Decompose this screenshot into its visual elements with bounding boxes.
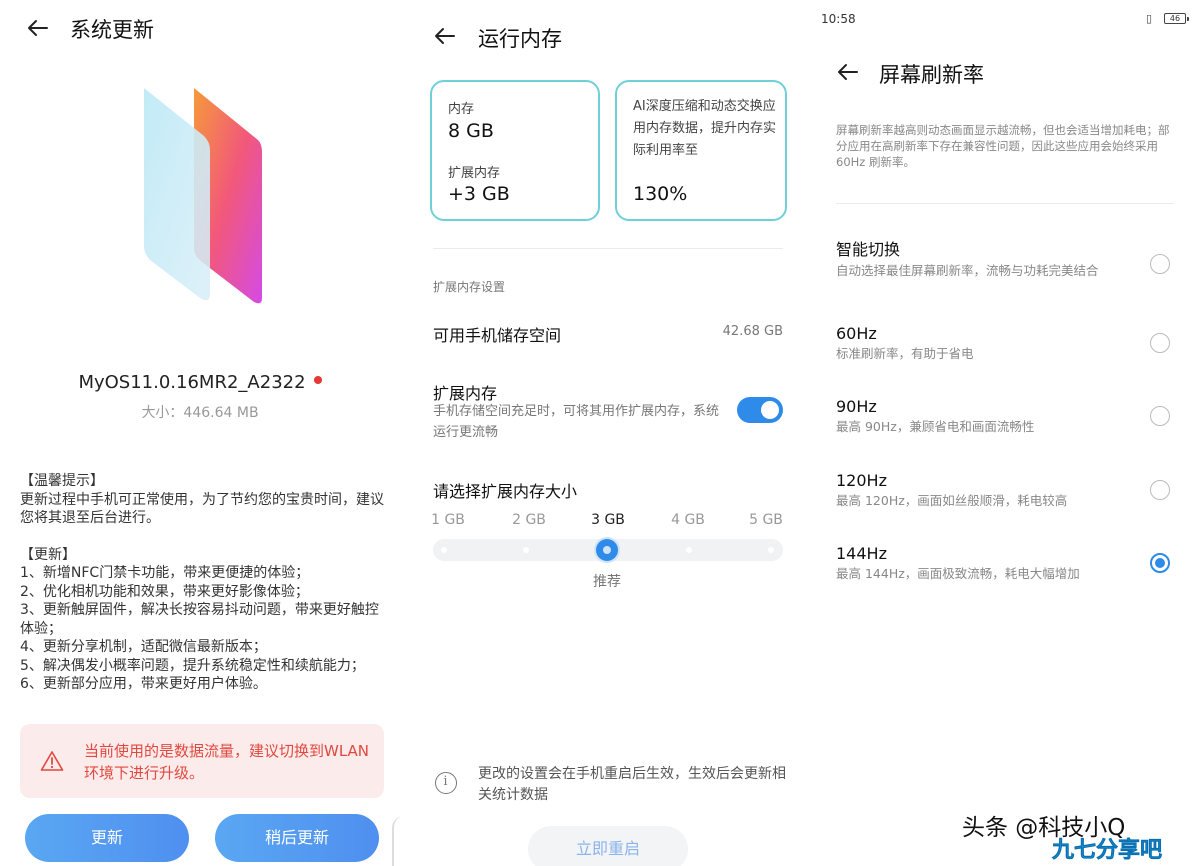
notes-line: 1、新增NFC门禁卡功能，带来更便捷的体验； — [20, 565, 310, 581]
refresh-rate-screen: 10:58 ▯ 46 屏幕刷新率 屏幕刷新率越高则动态画面显示越流畅，但也会适当… — [802, 0, 1200, 866]
option-144hz[interactable]: 144Hz 最高 144Hz，画面极致流畅，耗电大幅增加 — [836, 544, 1176, 583]
new-badge-dot — [313, 376, 322, 384]
update-button[interactable]: 更新 — [25, 814, 189, 862]
option-60hz[interactable]: 60Hz 标准刷新率，有助于省电 — [836, 324, 1176, 363]
divider-curve — [392, 816, 400, 866]
option-title: 60Hz — [836, 324, 877, 343]
memory-label: 内存 — [448, 102, 475, 117]
option-desc: 最高 120Hz，画面如丝般顺滑，耗电较高 — [836, 493, 1068, 508]
battery-icon: 46 — [1164, 13, 1189, 24]
notes-line: 5、解决偶发小概率问题，提升系统稳定性和续航能力； — [20, 657, 365, 674]
option-120hz[interactable]: 120Hz 最高 120Hz，画面如丝般顺滑，耗电较高 — [836, 471, 1176, 510]
size-slider-track[interactable] — [433, 539, 783, 561]
size-option[interactable]: 4 GB — [658, 512, 718, 528]
size-slider-thumb[interactable] — [596, 539, 618, 561]
version-name: MyOS11.0.16MR2_A2322 — [0, 372, 400, 393]
radio-60hz[interactable] — [1150, 333, 1170, 353]
back-arrow-icon[interactable] — [836, 60, 864, 84]
notes-heading: 【温馨提示】 — [20, 473, 104, 489]
ai-compression-card: AI深度压缩和动态交换应用内存数据，提升内存实际利用率至 130% — [615, 80, 787, 221]
release-notes: 【温馨提示】 更新过程中手机可正常使用，为了节约您的宝贵时间，建议您将其退至后台… — [20, 472, 385, 708]
warning-triangle-icon — [40, 751, 64, 771]
back-arrow-icon[interactable] — [433, 24, 461, 48]
slider-stop — [523, 547, 529, 553]
option-title: 智能切换 — [836, 240, 901, 259]
notes-line: 6、更新部分应用，带来更好用户体验。 — [20, 676, 267, 692]
ai-compression-value: 130% — [633, 183, 688, 205]
data-usage-warning: 当前使用的是数据流量，建议切换到WLAN环境下进行升级。 — [20, 724, 384, 798]
status-icons: ▯ 46 — [1146, 12, 1196, 26]
page-title: 屏幕刷新率 — [879, 63, 984, 87]
ai-compression-desc: AI深度压缩和动态交换应用内存数据，提升内存实际利用率至 — [633, 99, 777, 158]
info-icon — [435, 772, 457, 794]
size-option[interactable]: 5 GB — [736, 512, 796, 528]
radio-90hz[interactable] — [1150, 406, 1170, 426]
slider-stop — [768, 547, 774, 553]
status-time: 10:58 — [821, 12, 856, 26]
system-update-screen: 系统更新 MyOS11.0.16MR2_A2322 大小：446.64 MB 【… — [0, 0, 400, 866]
radio-144hz-selected[interactable] — [1150, 553, 1170, 573]
divider — [836, 203, 1174, 204]
vibrate-icon: ▯ — [1146, 12, 1153, 25]
memory-value: 8 GB — [448, 120, 494, 142]
warning-text: 当前使用的是数据流量，建议切换到WLAN环境下进行升级。 — [84, 742, 370, 782]
slider-stop — [686, 547, 692, 553]
storage-label: 可用手机储存空间 — [433, 326, 562, 345]
extended-memory-value: +3 GB — [448, 183, 510, 205]
size-options: 1 GB 2 GB 3 GB 4 GB 5 GB — [420, 512, 800, 532]
extended-memory-desc: 手机存储空间充足时，可将其用作扩展内存，系统运行更流畅 — [433, 404, 720, 440]
select-size-title: 请选择扩展内存大小 — [433, 482, 578, 501]
option-90hz[interactable]: 90Hz 最高 90Hz，兼顾省电和画面流畅性 — [836, 397, 1176, 436]
version-text: MyOS11.0.16MR2_A2322 — [78, 372, 306, 393]
size-option[interactable]: 2 GB — [499, 512, 559, 528]
option-desc: 最高 144Hz，画面极致流畅，耗电大幅增加 — [836, 566, 1080, 581]
option-title: 90Hz — [836, 397, 877, 416]
option-desc: 最高 90Hz，兼顾省电和画面流畅性 — [836, 419, 1035, 434]
option-desc: 自动选择最佳屏幕刷新率，流畅与功耗完美结合 — [836, 263, 1099, 278]
section-label: 扩展内存设置 — [433, 280, 506, 294]
package-size: 大小：446.64 MB — [141, 405, 259, 421]
notes-section-update: 【更新】 1、新增NFC门禁卡功能，带来更便捷的体验； 2、优化相机功能和效果，… — [20, 546, 385, 694]
notes-line: 3、更新触屏固件，解决长按容易抖动问题，带来更好触控体验； — [20, 602, 379, 637]
memory-card: 内存 8 GB 扩展内存 +3 GB — [430, 80, 600, 221]
slider-stop — [441, 547, 447, 553]
extended-memory-label: 扩展内存 — [448, 166, 501, 181]
notes-line: 更新过程中手机可正常使用，为了节约您的宝贵时间，建议您将其退至后台进行。 — [20, 491, 384, 527]
page-title: 运行内存 — [478, 27, 562, 51]
storage-value: 42.68 GB — [722, 324, 783, 339]
extended-memory-toggle[interactable] — [737, 397, 783, 423]
update-later-button[interactable]: 稍后更新 — [215, 814, 379, 862]
watermark-logo: 九七分享吧 — [1052, 838, 1163, 864]
option-title: 144Hz — [836, 544, 887, 563]
divider — [433, 248, 783, 249]
option-smart-switch[interactable]: 智能切换 自动选择最佳屏幕刷新率，流畅与功耗完美结合 — [836, 236, 1176, 280]
refresh-rate-hint: 屏幕刷新率越高则动态画面显示越流畅，但也会适当增加耗电；部分应用在高刷新率下存在… — [836, 123, 1170, 169]
notes-heading: 【更新】 — [20, 546, 76, 563]
notes-line: 4、更新分享机制，适配微信最新版本； — [20, 639, 267, 655]
size-option-selected[interactable]: 3 GB — [578, 512, 638, 528]
restart-now-button[interactable]: 立即重启 — [528, 826, 688, 866]
page-title: 系统更新 — [70, 18, 154, 42]
radio-smart-switch[interactable] — [1150, 254, 1170, 274]
ram-settings-screen: 运行内存 内存 8 GB 扩展内存 +3 GB AI深度压缩和动态交换应用内存数… — [400, 0, 802, 866]
restart-info-text: 更改的设置会在手机重启后生效，生效后会更新相关统计数据 — [478, 766, 786, 803]
os-logo-icon — [144, 88, 262, 304]
option-title: 120Hz — [836, 471, 887, 490]
radio-120hz[interactable] — [1150, 480, 1170, 500]
recommended-label: 推荐 — [593, 574, 621, 590]
notes-line: 2、优化相机功能和效果，带来更好影像体验； — [20, 583, 309, 600]
toggle-knob — [761, 401, 779, 419]
back-arrow-icon[interactable] — [26, 16, 54, 40]
size-option[interactable]: 1 GB — [418, 512, 478, 528]
option-desc: 标准刷新率，有助于省电 — [836, 346, 974, 361]
notes-section-tips: 【温馨提示】 更新过程中手机可正常使用，为了节约您的宝贵时间，建议您将其退至后台… — [20, 472, 385, 528]
